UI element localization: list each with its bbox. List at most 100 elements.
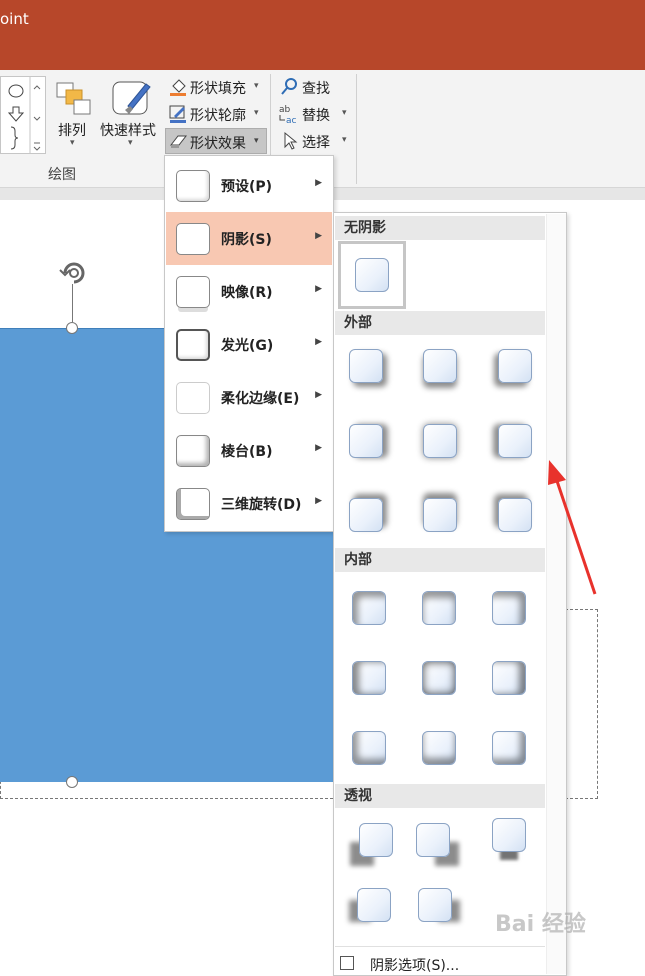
menu-item-label: 发光(G) [221,338,274,354]
find-button[interactable]: 查找 [278,76,348,98]
shadow-option-outer[interactable] [498,498,532,532]
shape-fill-label: 形状填充 [190,81,246,97]
menu-item-preset[interactable]: 预设(P) ▶ [166,159,332,212]
shape-effects-label: 形状效果 [190,136,246,152]
shadow-submenu: 无阴影 外部 内部 透视 阴影选项(S)... [333,212,567,976]
replace-button[interactable]: ab ac 替换 ▾ [278,103,354,125]
scrollbar[interactable] [546,214,566,974]
shadow-options-label: 阴影选项(S)... [370,958,460,974]
shadow-option-outer[interactable] [498,424,532,458]
shadow-options-icon [340,956,354,970]
shadow-option-inner[interactable] [422,731,456,765]
quick-styles-label: 快速样式 [100,123,156,139]
shape-effects-button[interactable]: 形状效果 ▾ [165,128,267,154]
shadow-option-perspective[interactable] [357,888,391,922]
svg-text:ab: ab [279,105,291,115]
shadow-option-perspective[interactable] [359,823,393,857]
drawing-group-label: 绘图 [48,167,76,183]
shadow-option-outer[interactable] [423,424,457,458]
arrange-button[interactable]: 排列 ▾ [52,76,96,158]
select-button[interactable]: 选择 ▾ [278,130,348,152]
chevron-right-icon: ▶ [315,284,322,294]
menu-item-glow[interactable]: 发光(G) ▶ [166,318,332,371]
soft-edges-icon [176,382,210,414]
group-divider [356,74,357,184]
shape-effects-icon [169,135,188,148]
chevron-down-icon: ▾ [254,81,259,91]
shadow-options-link[interactable]: 阴影选项(S)... [338,953,544,975]
arrange-label: 排列 [58,123,86,139]
shape-effects-menu: 预设(P) ▶ 阴影(S) ▶ 映像(R) ▶ 发光(G) ▶ 柔化边缘(E) … [164,155,334,532]
preset-icon [176,170,210,202]
chevron-right-icon: ▶ [315,496,322,506]
chevron-down-icon: ▾ [128,138,133,148]
chevron-right-icon: ▶ [315,231,322,241]
replace-icon: ab ac [279,105,297,125]
shadow-option-outer[interactable] [349,498,383,532]
resize-handle-bottom[interactable] [66,776,78,788]
shadow-option-outer[interactable] [349,349,383,383]
reflection-icon [176,276,210,308]
shadow-option-inner[interactable] [492,731,526,765]
menu-item-reflection[interactable]: 映像(R) ▶ [166,265,332,318]
watermark: Bai 经验 [495,912,586,937]
section-header-outer: 外部 [335,311,545,335]
shapes-icon [7,77,41,153]
chevron-right-icon: ▶ [315,178,322,188]
shadow-option-outer[interactable] [498,349,532,383]
cursor-icon [284,131,298,150]
shadow-option-outer[interactable] [349,424,383,458]
menu-item-label: 三维旋转(D) [221,497,302,513]
chevron-down-icon: ▾ [254,136,259,146]
menu-item-soft-edges[interactable]: 柔化边缘(E) ▶ [166,371,332,424]
shadow-option-outer[interactable] [423,498,457,532]
find-label: 查找 [302,81,330,97]
chevron-down-icon: ▾ [342,135,347,145]
arrange-icon [56,82,91,115]
chevron-down-icon: ▾ [254,108,259,118]
section-header-no-shadow: 无阴影 [335,216,545,240]
shadow-option-outer[interactable] [423,349,457,383]
pencil-icon [169,105,186,123]
shadow-option-inner[interactable] [492,591,526,625]
chevron-right-icon: ▶ [315,337,322,347]
section-header-perspective: 透视 [335,784,545,808]
shadow-swatch [355,258,389,292]
select-label: 选择 [302,135,330,151]
svg-text:ac: ac [286,116,297,125]
menu-item-bevel[interactable]: 棱台(B) ▶ [166,424,332,477]
paint-bucket-icon [170,79,186,96]
menu-item-shadow[interactable]: 阴影(S) ▶ [166,212,332,265]
resize-handle-top[interactable] [66,322,78,334]
app-title: oint [0,10,29,28]
chevron-right-icon: ▶ [315,390,322,400]
divider [335,946,545,947]
shadow-icon [176,223,210,255]
section-header-inner: 内部 [335,548,545,572]
shadow-option-inner[interactable] [422,661,456,695]
3d-rotation-icon [176,488,210,520]
shadow-option-perspective[interactable] [492,818,526,852]
menu-item-label: 阴影(S) [221,232,272,248]
chevron-down-icon: ▾ [70,138,75,148]
magnifier-icon [281,78,297,95]
shadow-option-perspective[interactable] [418,888,452,922]
quick-styles-icon [112,81,151,115]
shadow-option-inner[interactable] [352,591,386,625]
menu-item-label: 映像(R) [221,285,273,301]
menu-item-3d-rotation[interactable]: 三维旋转(D) ▶ [166,477,332,530]
replace-label: 替换 [302,108,330,124]
glow-icon [176,329,210,361]
shadow-option-inner[interactable] [492,661,526,695]
shadow-option-inner[interactable] [352,731,386,765]
shadow-option-none[interactable] [338,241,406,309]
shape-outline-button[interactable]: 形状轮廓 ▾ [166,103,266,125]
shape-gallery[interactable] [0,76,46,154]
shadow-option-perspective[interactable] [416,823,450,857]
shadow-option-inner[interactable] [352,661,386,695]
quick-styles-button[interactable]: 快速样式 ▾ [100,76,164,158]
rotate-icon[interactable] [57,256,91,290]
menu-item-label: 预设(P) [221,179,273,195]
shadow-option-inner[interactable] [422,591,456,625]
shape-fill-button[interactable]: 形状填充 ▾ [166,76,266,98]
